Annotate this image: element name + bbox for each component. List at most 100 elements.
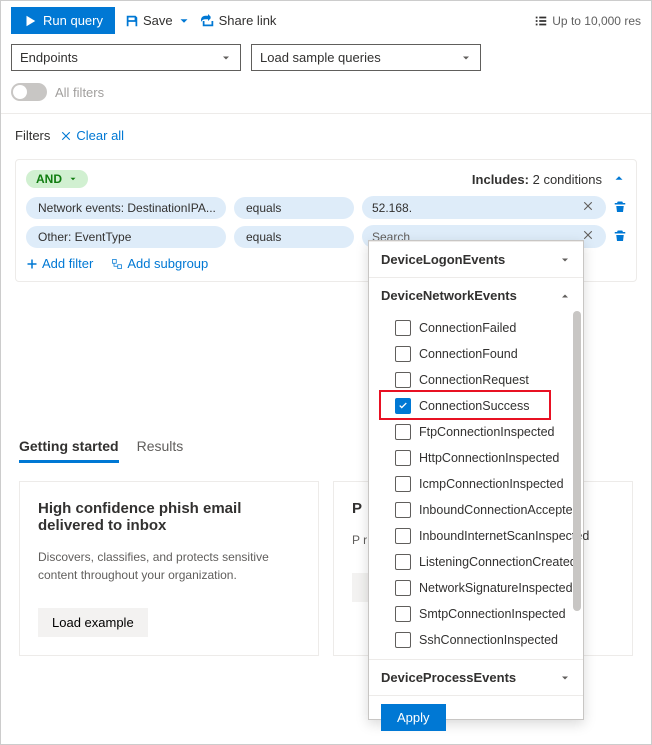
flyout-option[interactable]: ConnectionFound: [395, 341, 571, 367]
samples-dropdown[interactable]: Load sample queries: [251, 44, 481, 71]
chevron-icon: [559, 290, 571, 302]
flyout-option[interactable]: ConnectionSuccess: [395, 393, 571, 419]
chevron-icon: [559, 254, 571, 266]
checkbox[interactable]: [395, 632, 411, 648]
checkbox[interactable]: [395, 346, 411, 362]
condition-field[interactable]: Network events: DestinationIPA...: [26, 197, 226, 219]
tab-results[interactable]: Results: [137, 432, 184, 463]
operator-pill[interactable]: AND: [26, 170, 88, 188]
play-icon: [23, 14, 37, 28]
run-query-label: Run query: [43, 13, 103, 28]
add-filter-label: Add filter: [42, 256, 93, 271]
checkbox[interactable]: [395, 450, 411, 466]
chevron-icon: [559, 672, 571, 684]
condition-operator[interactable]: equals: [234, 197, 354, 219]
flyout-option-label: InboundInternetScanInspected: [419, 529, 589, 543]
checkbox[interactable]: [395, 424, 411, 440]
scope-dropdown[interactable]: Endpoints: [11, 44, 241, 71]
flyout-option[interactable]: InboundConnectionAccepted: [395, 497, 571, 523]
chevron-down-icon: [460, 52, 472, 64]
flyout-option[interactable]: HttpConnectionInspected: [395, 445, 571, 471]
condition-field[interactable]: Other: EventType: [26, 226, 226, 248]
chevron-down-icon: [68, 174, 78, 184]
tab-getting-started[interactable]: Getting started: [19, 432, 119, 463]
save-icon: [125, 14, 139, 28]
checkbox[interactable]: [395, 372, 411, 388]
flyout-option-label: SshConnectionInspected: [419, 633, 558, 647]
card-phish: High confidence phish email delivered to…: [19, 481, 319, 656]
event-type-flyout: DeviceLogonEvents DeviceNetworkEvents Conn…: [368, 240, 584, 720]
flyout-option[interactable]: ListeningConnectionCreated: [395, 549, 571, 575]
save-button[interactable]: Save: [125, 13, 191, 28]
list-icon: [534, 14, 548, 28]
clear-all-button[interactable]: Clear all: [60, 128, 124, 143]
flyout-scrollbar[interactable]: [573, 251, 581, 677]
clear-value-button[interactable]: [580, 200, 596, 215]
condition-value[interactable]: [362, 196, 606, 219]
close-icon: [582, 200, 594, 212]
add-filter-button[interactable]: Add filter: [26, 256, 93, 271]
flyout-option-label: NetworkSignatureInspected: [419, 581, 573, 595]
save-label: Save: [143, 13, 173, 28]
operator-label: AND: [36, 172, 62, 186]
flyout-option[interactable]: IcmpConnectionInspected: [395, 471, 571, 497]
flyout-option[interactable]: InboundInternetScanInspected: [395, 523, 571, 549]
flyout-option-label: HttpConnectionInspected: [419, 451, 559, 465]
chevron-up-icon: [612, 171, 626, 185]
samples-label: Load sample queries: [260, 50, 381, 65]
divider: [1, 113, 651, 114]
run-query-button[interactable]: Run query: [11, 7, 115, 34]
flyout-option-label: ConnectionFound: [419, 347, 518, 361]
flyout-option-label: FtpConnectionInspected: [419, 425, 555, 439]
load-example-button[interactable]: Load example: [38, 608, 148, 637]
filters-label: Filters: [15, 128, 50, 143]
condition-operator[interactable]: equals: [234, 226, 354, 248]
checkbox[interactable]: [395, 320, 411, 336]
flyout-option[interactable]: SshConnectionInspected: [395, 627, 571, 653]
flyout-option-label: ConnectionSuccess: [419, 399, 529, 413]
collapse-group-button[interactable]: [612, 171, 626, 188]
flyout-option[interactable]: NetworkSignatureInspected: [395, 575, 571, 601]
flyout-option-label: ListeningConnectionCreated: [419, 555, 577, 569]
chevron-down-icon: [220, 52, 232, 64]
checkbox[interactable]: [395, 398, 411, 414]
flyout-option[interactable]: ConnectionRequest: [395, 367, 571, 393]
card-desc: Discovers, classifies, and protects sens…: [38, 548, 300, 584]
clear-all-label: Clear all: [76, 128, 124, 143]
delete-condition-button[interactable]: [614, 229, 626, 244]
condition-value-input[interactable]: [372, 201, 580, 215]
flyout-option-label: ConnectionRequest: [419, 373, 529, 387]
checkbox[interactable]: [395, 606, 411, 622]
check-icon: [398, 401, 408, 411]
trash-icon: [614, 200, 626, 212]
share-link-button[interactable]: Share link: [201, 13, 277, 28]
flyout-section-label: DeviceNetworkEvents: [381, 288, 517, 303]
result-limit[interactable]: Up to 10,000 res: [534, 14, 641, 28]
flyout-option-label: ConnectionFailed: [419, 321, 516, 335]
flyout-option[interactable]: FtpConnectionInspected: [395, 419, 571, 445]
checkbox[interactable]: [395, 502, 411, 518]
trash-icon: [614, 229, 626, 241]
flyout-option[interactable]: ConnectionFailed: [395, 315, 571, 341]
share-icon: [201, 14, 215, 28]
scroll-thumb[interactable]: [573, 311, 581, 611]
result-limit-label: Up to 10,000 res: [552, 14, 641, 28]
flyout-section-label: DeviceProcessEvents: [381, 670, 516, 685]
checkbox[interactable]: [395, 528, 411, 544]
add-subgroup-label: Add subgroup: [127, 256, 208, 271]
flyout-section-header[interactable]: DeviceNetworkEvents: [369, 277, 583, 313]
scope-label: Endpoints: [20, 50, 78, 65]
flyout-option[interactable]: SmtpConnectionInspected: [395, 601, 571, 627]
flyout-section-header[interactable]: DeviceProcessEvents: [369, 659, 583, 695]
checkbox[interactable]: [395, 476, 411, 492]
delete-condition-button[interactable]: [614, 200, 626, 215]
flyout-section-header[interactable]: DeviceLogonEvents: [369, 241, 583, 277]
apply-button[interactable]: Apply: [381, 704, 446, 731]
add-subgroup-button[interactable]: Add subgroup: [111, 256, 208, 271]
subgroup-icon: [111, 258, 123, 270]
checkbox[interactable]: [395, 580, 411, 596]
checkbox[interactable]: [395, 554, 411, 570]
all-filters-toggle[interactable]: [11, 83, 47, 101]
share-link-label: Share link: [219, 13, 277, 28]
includes-summary: Includes: 2 conditions: [472, 172, 602, 187]
